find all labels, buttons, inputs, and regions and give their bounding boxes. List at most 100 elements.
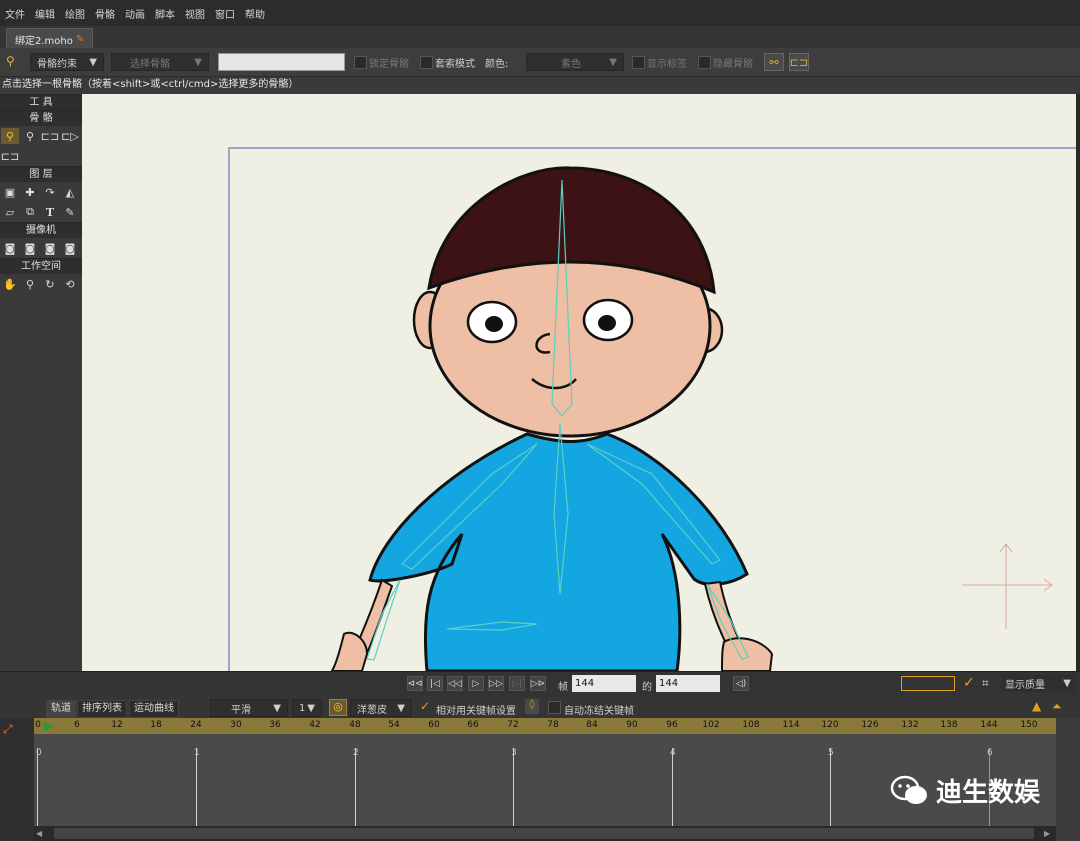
select-bone-tool-icon[interactable]: ⚲ — [1, 128, 19, 144]
reparent-bone-tool-icon[interactable]: ⊏▷ — [61, 128, 79, 144]
hide-bones-checkbox[interactable] — [698, 56, 711, 69]
total-frames-input[interactable]: 144 — [656, 675, 720, 692]
camera-pan-icon[interactable]: ◙ — [61, 240, 79, 256]
orbit-workspace-icon[interactable]: ⟲ — [61, 276, 79, 292]
pencil-tool-icon[interactable]: ✎ — [61, 204, 79, 220]
speaker-icon[interactable]: ◁) — [733, 676, 749, 691]
wechat-icon — [890, 775, 927, 804]
color-label: 颜色: — [485, 59, 509, 70]
lock-bone-checkbox[interactable] — [354, 56, 367, 69]
onion-skin-dropdown[interactable]: 洋葱皮 ▼ — [350, 699, 412, 717]
checkmark-icon[interactable]: ✓ — [963, 675, 975, 691]
color-dropdown[interactable]: 素色 ▼ — [526, 53, 624, 71]
layer-link-icon[interactable]: ⤢ — [3, 722, 13, 737]
menu-scripts[interactable]: 脚本 — [150, 6, 180, 21]
of-label: 的 — [642, 682, 652, 693]
camera-zoom-icon[interactable]: ◙ — [21, 240, 39, 256]
left-hand — [330, 631, 369, 671]
frame-ruler[interactable]: ▶ 0 6 12 18 24 30 36 42 48 54 60 66 72 7… — [34, 718, 1056, 734]
next-keyframe-icon[interactable]: ▷| — [509, 676, 525, 691]
menu-animation[interactable]: 动画 — [120, 6, 150, 21]
tools-header: 工 具 — [0, 94, 82, 110]
watermark-text: 迪生数娱 — [936, 778, 1041, 808]
menu-bone[interactable]: 骨骼 — [90, 6, 120, 21]
relative-keys-checkbox[interactable]: ✓ — [420, 699, 430, 713]
current-frame-input[interactable]: 144 — [572, 675, 636, 692]
menu-file[interactable]: 文件 — [0, 6, 30, 21]
ruler-tick: 96 — [666, 720, 678, 730]
second-marker — [37, 748, 38, 826]
playhead-start-icon[interactable]: ▶ — [44, 719, 54, 734]
hand-icon[interactable]: ✋ — [1, 276, 19, 292]
auto-freeze-checkbox[interactable] — [548, 701, 561, 714]
show-labels-checkbox[interactable] — [632, 56, 645, 69]
menu-window[interactable]: 窗口 — [210, 6, 240, 21]
rewind-start-icon[interactable]: ⊲⊲ — [407, 676, 423, 691]
zoom-icon[interactable]: ⚲ — [21, 276, 39, 292]
ruler-tick: 114 — [782, 720, 800, 730]
previous-keyframe-icon[interactable]: |◁ — [427, 676, 443, 691]
timeline-header: 轨道 排序列表 运动曲线 平滑 ▼ 1 ▼ ◎ 洋葱皮 ▼ ✓ 相对用关键帧设置 ◊ … — [0, 696, 1080, 718]
timeline-scrollbar[interactable]: ◀ ▶ — [34, 826, 1056, 841]
translate-layer-tool-icon[interactable]: ✚ — [21, 184, 39, 200]
interpolation-dropdown[interactable]: 平滑 ▼ — [210, 699, 288, 717]
interpolation-number-dropdown[interactable]: 1 ▼ — [292, 699, 322, 717]
hide-bones-label: 隐藏骨骼 — [713, 59, 753, 70]
bone-constraint-dropdown[interactable]: 骨骼约束 ▼ — [30, 53, 104, 71]
shield-icon[interactable]: ◊ — [525, 699, 539, 714]
scroll-right-icon[interactable]: ▶ — [1044, 829, 1050, 838]
bone-strength-icon[interactable]: ⚯ — [764, 53, 784, 71]
menu-draw[interactable]: 绘图 — [60, 6, 90, 21]
forward-end-icon[interactable]: ▷⊳ — [530, 676, 546, 691]
translate-bone-tool-icon[interactable]: ⚲ — [21, 128, 39, 144]
tab-motion-graph[interactable]: 运动曲线 — [129, 700, 179, 718]
chevron-down-icon: ▼ — [89, 56, 97, 68]
add-bone-tool-icon[interactable]: ⊏⊐ — [41, 128, 59, 144]
rotate-layer-tool-icon[interactable]: ↷ — [41, 184, 59, 200]
view-layout-icons[interactable] — [901, 676, 955, 691]
show-labels-label: 显示标签 — [647, 59, 687, 70]
tab-channels[interactable]: 轨道 — [46, 700, 76, 718]
scale-layer-tool-icon[interactable]: ◭ — [61, 184, 79, 200]
menu-help[interactable]: 帮助 — [240, 6, 270, 21]
display-quality-dropdown[interactable]: 显示质量 ▼ — [1001, 675, 1075, 692]
ruler-tick: 18 — [150, 720, 162, 730]
shear-layer-tool-icon[interactable]: ▱ — [1, 204, 19, 220]
ruler-tick: 138 — [940, 720, 958, 730]
frame-select-icon[interactable]: ⌗ — [982, 676, 989, 691]
rotate-workspace-icon[interactable]: ↻ — [41, 276, 59, 292]
bones-header: 骨 骼 — [0, 110, 82, 126]
triangle-ruler-icon[interactable]: ⏶ — [1052, 699, 1062, 714]
ruler-tick: 48 — [349, 720, 361, 730]
bone-size-icon[interactable]: ⊏⊐ — [789, 53, 809, 71]
select-bone-dropdown[interactable]: 选择骨骼 ▼ — [111, 53, 209, 71]
set-origin-tool-icon[interactable]: ▣ — [1, 184, 19, 200]
triangle-up-icon[interactable]: ▲ — [1032, 699, 1041, 713]
character-artwork — [228, 147, 1076, 671]
second-label: 6 — [987, 748, 993, 758]
flip-layer-tool-icon[interactable]: ⧉ — [21, 204, 39, 220]
camera-track-icon[interactable]: ◙ — [1, 240, 19, 256]
camera-roll-icon[interactable]: ◙ — [41, 240, 59, 256]
scroll-thumb[interactable] — [54, 828, 1034, 839]
canvas[interactable] — [82, 94, 1076, 671]
ruler-tick: 78 — [547, 720, 559, 730]
canvas-scrollbar[interactable] — [1076, 94, 1080, 671]
tab-sequencer[interactable]: 排序列表 — [77, 700, 127, 718]
step-back-icon[interactable]: ◁◁ — [447, 676, 463, 691]
interpolation-label: 平滑 — [231, 704, 251, 716]
bone-strength-tool-icon[interactable]: ⊏⊐ — [1, 148, 19, 164]
onion-skin-icon[interactable]: ◎ — [329, 699, 347, 716]
lasso-mode-checkbox[interactable] — [420, 56, 433, 69]
menu-view[interactable]: 视图 — [180, 6, 210, 21]
scroll-left-icon[interactable]: ◀ — [36, 829, 42, 838]
menu-edit[interactable]: 编辑 — [30, 6, 60, 21]
document-tab[interactable]: 绑定2.moho ✎ — [6, 28, 94, 49]
text-tool-icon[interactable]: T — [41, 204, 59, 220]
bone-constraint-label: 骨骼约束 — [37, 58, 77, 70]
auto-freeze-label: 自动冻结关键帧 — [564, 706, 634, 717]
bone-name-field[interactable] — [218, 53, 345, 71]
play-icon[interactable]: ▷ — [468, 676, 484, 691]
step-forward-icon[interactable]: ▷▷ — [488, 676, 504, 691]
chevron-down-icon: ▼ — [609, 56, 617, 68]
